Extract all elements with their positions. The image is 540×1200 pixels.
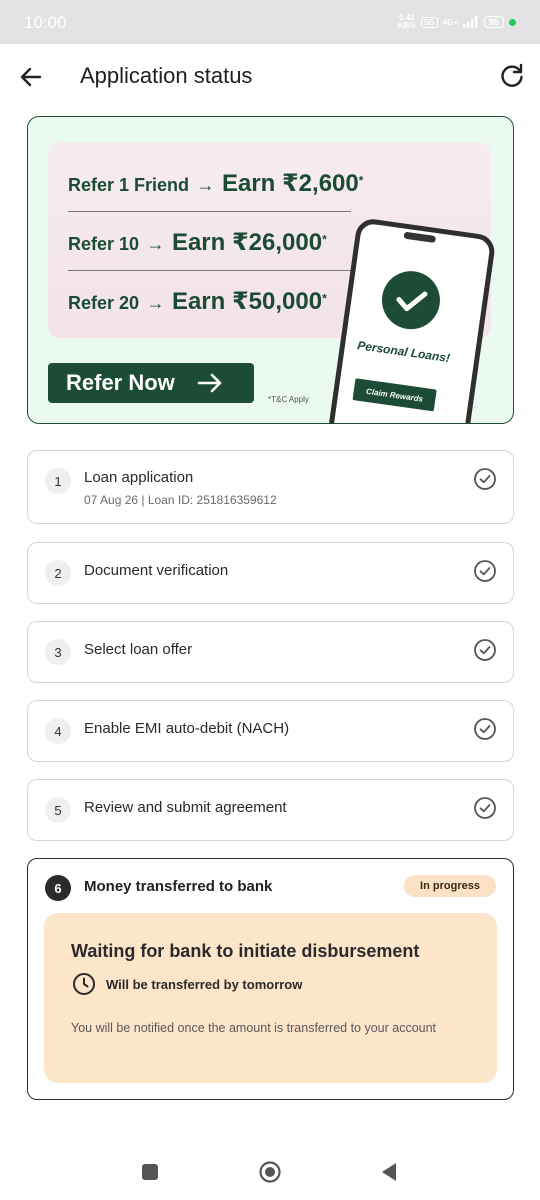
referral-line-3: Refer 20 → Earn ₹50,000* (68, 288, 327, 315)
signal-label: 4G+ (442, 17, 458, 27)
app-bar: Application status (0, 44, 540, 108)
disbursement-card: Waiting for bank to initiate disbursemen… (44, 913, 497, 1083)
divider (68, 270, 351, 271)
network-speed: 0.42 KB/s (397, 13, 416, 30)
check-circle-icon (474, 797, 496, 819)
step-number: 5 (45, 797, 71, 823)
checkmark-icon (378, 267, 444, 333)
check-circle-icon (474, 718, 496, 740)
refresh-icon[interactable] (498, 62, 526, 90)
notification-note: You will be notified once the amount is … (71, 1021, 437, 1035)
system-nav-bar (0, 1150, 540, 1200)
step-number: 4 (45, 718, 71, 744)
back-triangle-icon[interactable] (380, 1162, 398, 1182)
card-title: Waiting for bank to initiate disbursemen… (71, 941, 420, 961)
privacy-dot-icon (509, 18, 516, 26)
referral-line-2: Refer 10 → Earn ₹26,000* (68, 229, 327, 256)
network-badge: 5G (420, 16, 438, 28)
status-time: 10:00 (24, 13, 67, 32)
clock-icon (73, 973, 95, 995)
check-circle-icon (474, 639, 496, 661)
step-number: 6 (45, 875, 71, 901)
step-select-loan-offer[interactable]: 3 Select loan offer (27, 621, 514, 683)
step-enable-emi-auto-debit[interactable]: 4 Enable EMI auto-debit (NACH) (27, 700, 514, 762)
arrow-right-icon (197, 373, 222, 393)
check-circle-icon (474, 560, 496, 582)
step-label: Review and submit agreement (84, 799, 287, 816)
step-number: 3 (45, 639, 71, 665)
step-number: 2 (45, 560, 71, 586)
tnc-note: *T&C Apply (268, 395, 309, 404)
step-sub: 07 Aug 26 | Loan ID: 251816359612 (84, 493, 277, 507)
page-title: Application status (80, 63, 253, 88)
status-icons: 0.42 KB/s 5G 4G+ 95 (398, 14, 516, 30)
arrow-left-icon[interactable] (16, 62, 46, 92)
step-label: Money transferred to bank (84, 878, 273, 895)
step-number: 1 (45, 468, 71, 494)
refer-now-button[interactable]: Refer Now (48, 363, 254, 403)
step-label: Loan application (84, 469, 194, 486)
referral-banner[interactable]: Refer 1 Friend → Earn ₹2,600* Refer 10 →… (27, 116, 514, 424)
divider (68, 211, 351, 212)
signal-icon (462, 16, 478, 28)
referral-line-1: Refer 1 Friend → Earn ₹2,600* (68, 170, 364, 197)
step-label: Select loan offer (84, 641, 193, 658)
step-document-verification[interactable]: 2 Document verification (27, 542, 514, 604)
step-label: Document verification (84, 562, 229, 579)
transfer-eta: Will be transferred by tomorrow (106, 977, 303, 992)
battery-icon: 95 (483, 16, 504, 28)
home-icon[interactable] (259, 1161, 281, 1183)
step-label: Enable EMI auto-debit (NACH) (84, 720, 290, 737)
status-badge: In progress (404, 875, 496, 897)
recents-icon[interactable] (142, 1164, 158, 1180)
step-review-submit-agreement[interactable]: 5 Review and submit agreement (27, 779, 514, 841)
step-loan-application[interactable]: 1 Loan application 07 Aug 26 | Loan ID: … (27, 450, 514, 524)
check-circle-icon (474, 468, 496, 490)
status-bar: 10:00 0.42 KB/s 5G 4G+ 95 (0, 0, 540, 44)
step-money-transferred: 6 Money transferred to bank In progress … (27, 858, 514, 1100)
